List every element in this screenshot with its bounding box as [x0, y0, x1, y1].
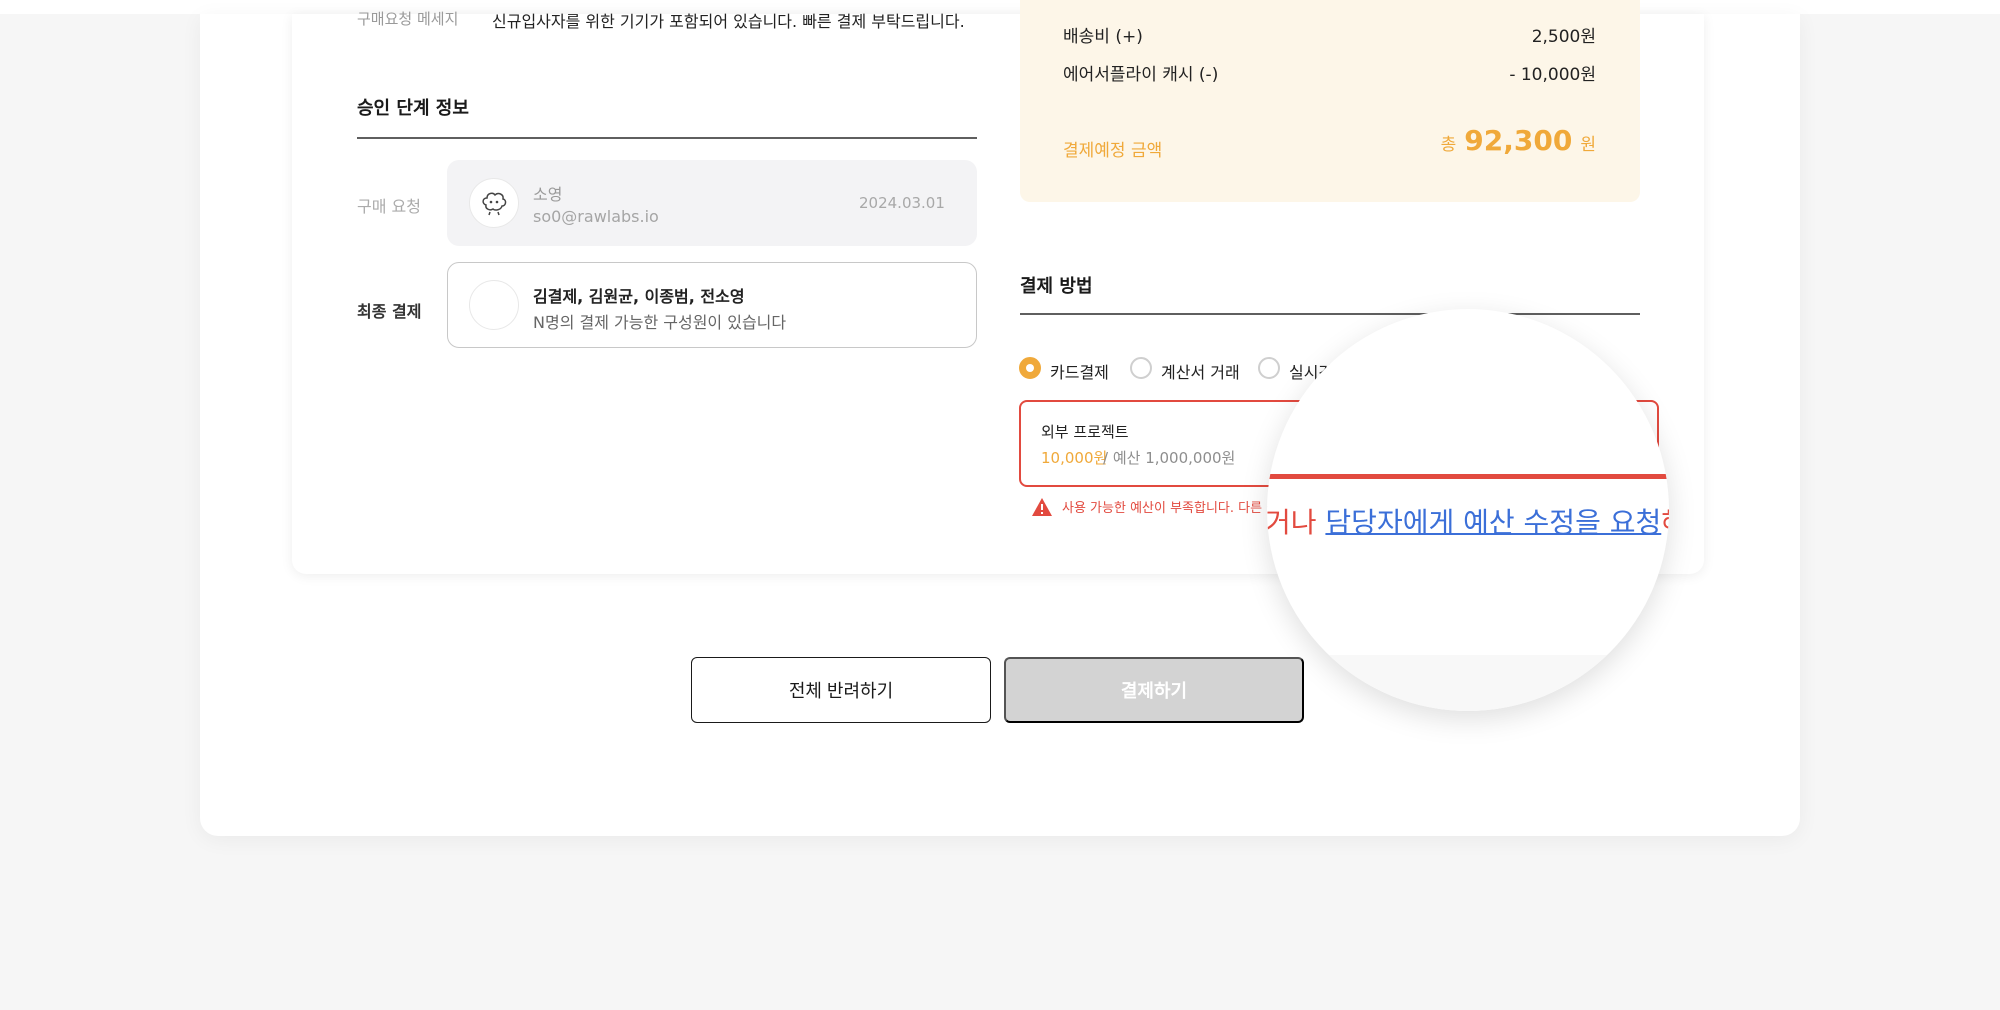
requester-email: so0@rawlabs.io [533, 207, 659, 226]
reject-all-button[interactable]: 전체 반려하기 [691, 657, 991, 723]
approval-divider [357, 137, 977, 139]
sheep-avatar-icon [482, 192, 507, 216]
project-budget: / 예산 1,000,000원 [1103, 449, 1236, 467]
shipping-fee-value: 2,500원 [1531, 27, 1596, 47]
total-prefix: 총 [1440, 135, 1457, 155]
shipping-fee-label: 배송비 (+) [1063, 27, 1143, 47]
final-approval-label: 최종 결제 [357, 302, 422, 321]
budget-warning-text: 사용 가능한 예산이 부족합니다. 다른 결 [1062, 501, 1279, 516]
final-approver-description: N명의 결제 가능한 구성원이 있습니다 [533, 313, 787, 332]
total-amount-group: 총 92,300 원 [1441, 124, 1596, 157]
avatar [469, 280, 519, 330]
warning-icon [1032, 498, 1052, 516]
radio-label-invoice[interactable]: 계산서 거래 [1161, 359, 1240, 383]
magnified-background [1267, 655, 1669, 711]
magnifier-overlay: 거나 담당자에게 예산 수정을 요청해주 [1267, 309, 1669, 711]
request-message-label: 구매요청 메세지 [357, 10, 459, 28]
magnified-warning-text: 거나 담당자에게 예산 수정을 요청해주 [1267, 501, 1669, 541]
magnified-error-border [1267, 474, 1669, 479]
payment-divider [1020, 313, 1640, 315]
total-amount: 92,300 [1464, 124, 1573, 157]
radio-label-card[interactable]: 카드결제 [1050, 359, 1109, 383]
project-name: 외부 프로젝트 [1041, 423, 1129, 441]
final-approver-names: 김결제, 김원균, 이종범, 전소영 [533, 287, 745, 306]
approval-section-title: 승인 단계 정보 [357, 98, 469, 119]
radio-realtime[interactable] [1258, 357, 1280, 379]
top-strip [0, 0, 2000, 14]
requester-name: 소영 [533, 185, 563, 204]
magnified-text-prefix: 거나 [1267, 506, 1326, 539]
total-unit: 원 [1580, 135, 1596, 155]
pay-button[interactable]: 결제하기 [1004, 657, 1304, 723]
cash-discount-label: 에어서플라이 캐시 (-) [1063, 65, 1219, 85]
total-label: 결제예정 금액 [1063, 141, 1163, 161]
request-message-text: 신규입사자를 위한 기기가 포함되어 있습니다. 빠른 결제 부탁드립니다. [492, 12, 965, 31]
payment-method-title: 결제 방법 [1020, 276, 1093, 297]
request-budget-edit-link[interactable]: 담당자에게 예산 수정을 요청 [1325, 506, 1661, 539]
avatar [469, 178, 519, 228]
purchase-request-label: 구매 요청 [357, 197, 421, 216]
project-amount: 10,000원 [1041, 449, 1108, 467]
radio-card-payment[interactable] [1019, 357, 1041, 379]
cash-discount-value: - 10,000원 [1509, 65, 1596, 85]
magnified-text-suffix: 해주 [1661, 506, 1669, 539]
request-date: 2024.03.01 [859, 194, 945, 212]
radio-invoice[interactable] [1130, 357, 1152, 379]
